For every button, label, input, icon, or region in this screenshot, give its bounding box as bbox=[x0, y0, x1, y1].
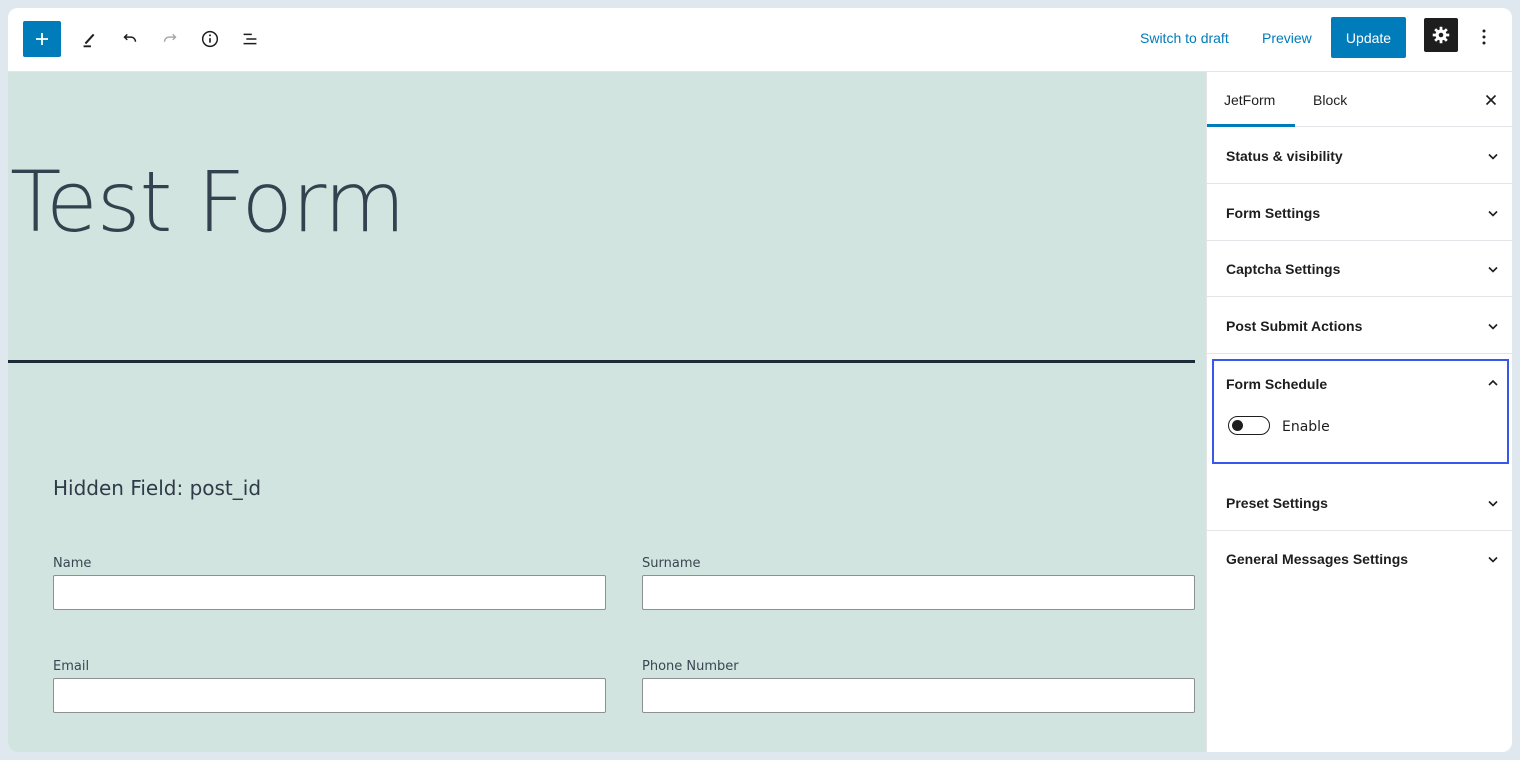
undo-button[interactable] bbox=[114, 23, 146, 55]
panel-title: Form Settings bbox=[1226, 205, 1321, 221]
close-sidebar-button[interactable] bbox=[1481, 90, 1501, 110]
panel-title: Status & visibility bbox=[1226, 148, 1343, 164]
gear-icon bbox=[1432, 26, 1450, 44]
panel-title[interactable]: Form Schedule bbox=[1226, 376, 1327, 392]
info-icon bbox=[201, 30, 219, 48]
panel-post-submit-actions[interactable]: Post Submit Actions bbox=[1207, 297, 1512, 354]
chevron-down-icon bbox=[1488, 153, 1498, 160]
phone-number-label: Phone Number bbox=[642, 659, 739, 674]
surname-label: Surname bbox=[642, 556, 701, 571]
panel-form-settings[interactable]: Form Settings bbox=[1207, 184, 1512, 241]
panel-preset-settings[interactable]: Preset Settings bbox=[1207, 474, 1512, 531]
panel-title: Post Submit Actions bbox=[1226, 318, 1363, 334]
redo-icon bbox=[163, 33, 177, 42]
panel-form-schedule: Form Schedule Enable bbox=[1212, 359, 1509, 464]
phone-number-field[interactable] bbox=[642, 678, 1195, 713]
close-icon bbox=[1485, 94, 1497, 106]
settings-sidebar: JetForm Block Status & visibility Form S… bbox=[1206, 72, 1512, 752]
chevron-down-icon bbox=[1488, 323, 1498, 330]
chevron-down-icon bbox=[1488, 556, 1498, 563]
chevron-down-icon bbox=[1488, 210, 1498, 217]
name-label: Name bbox=[53, 556, 92, 571]
surname-field[interactable] bbox=[642, 575, 1195, 610]
panel-captcha-settings[interactable]: Captcha Settings bbox=[1207, 240, 1512, 297]
update-button[interactable]: Update bbox=[1331, 17, 1406, 58]
chevron-down-icon bbox=[1488, 500, 1498, 507]
add-block-button[interactable] bbox=[23, 21, 61, 57]
tab-jetform[interactable]: JetForm bbox=[1224, 92, 1275, 108]
panel-general-messages-settings[interactable]: General Messages Settings bbox=[1207, 530, 1512, 587]
separator-block[interactable] bbox=[8, 360, 1195, 363]
panel-title: Preset Settings bbox=[1226, 495, 1328, 511]
email-field[interactable] bbox=[53, 678, 606, 713]
preview-button[interactable]: Preview bbox=[1262, 30, 1312, 46]
panel-status-visibility[interactable]: Status & visibility bbox=[1207, 127, 1512, 184]
panel-title: Captcha Settings bbox=[1226, 261, 1341, 277]
list-view-button[interactable] bbox=[234, 23, 266, 55]
redo-button[interactable] bbox=[154, 23, 186, 55]
enable-schedule-toggle[interactable] bbox=[1228, 416, 1270, 435]
chevron-up-icon[interactable] bbox=[1484, 374, 1502, 392]
page-title[interactable]: Test Form bbox=[10, 160, 406, 244]
toggle-knob bbox=[1232, 420, 1243, 431]
options-button[interactable] bbox=[1472, 22, 1496, 52]
toggle-label: Enable bbox=[1282, 419, 1330, 435]
editor-window: Switch to draft Preview Update Test Form… bbox=[8, 8, 1512, 752]
tools-button[interactable] bbox=[74, 23, 106, 55]
list-view-icon bbox=[243, 33, 257, 45]
settings-button[interactable] bbox=[1424, 18, 1458, 52]
pencil-icon bbox=[83, 33, 95, 48]
top-toolbar: Switch to draft Preview Update bbox=[8, 8, 1512, 72]
plus-icon bbox=[36, 33, 48, 45]
panel-title: General Messages Settings bbox=[1226, 551, 1409, 567]
chevron-down-icon bbox=[1488, 266, 1498, 273]
more-vertical-icon bbox=[1482, 29, 1486, 45]
name-field[interactable] bbox=[53, 575, 606, 610]
email-label: Email bbox=[53, 659, 90, 674]
undo-icon bbox=[123, 33, 137, 42]
editor-canvas: Test Form Hidden Field: post_id Name Sur… bbox=[8, 72, 1206, 752]
switch-to-draft-button[interactable]: Switch to draft bbox=[1140, 30, 1229, 46]
sidebar-tabs: JetForm Block bbox=[1207, 72, 1512, 127]
tab-block[interactable]: Block bbox=[1313, 92, 1347, 108]
hidden-field-block[interactable]: Hidden Field: post_id bbox=[53, 476, 261, 500]
details-button[interactable] bbox=[194, 23, 226, 55]
